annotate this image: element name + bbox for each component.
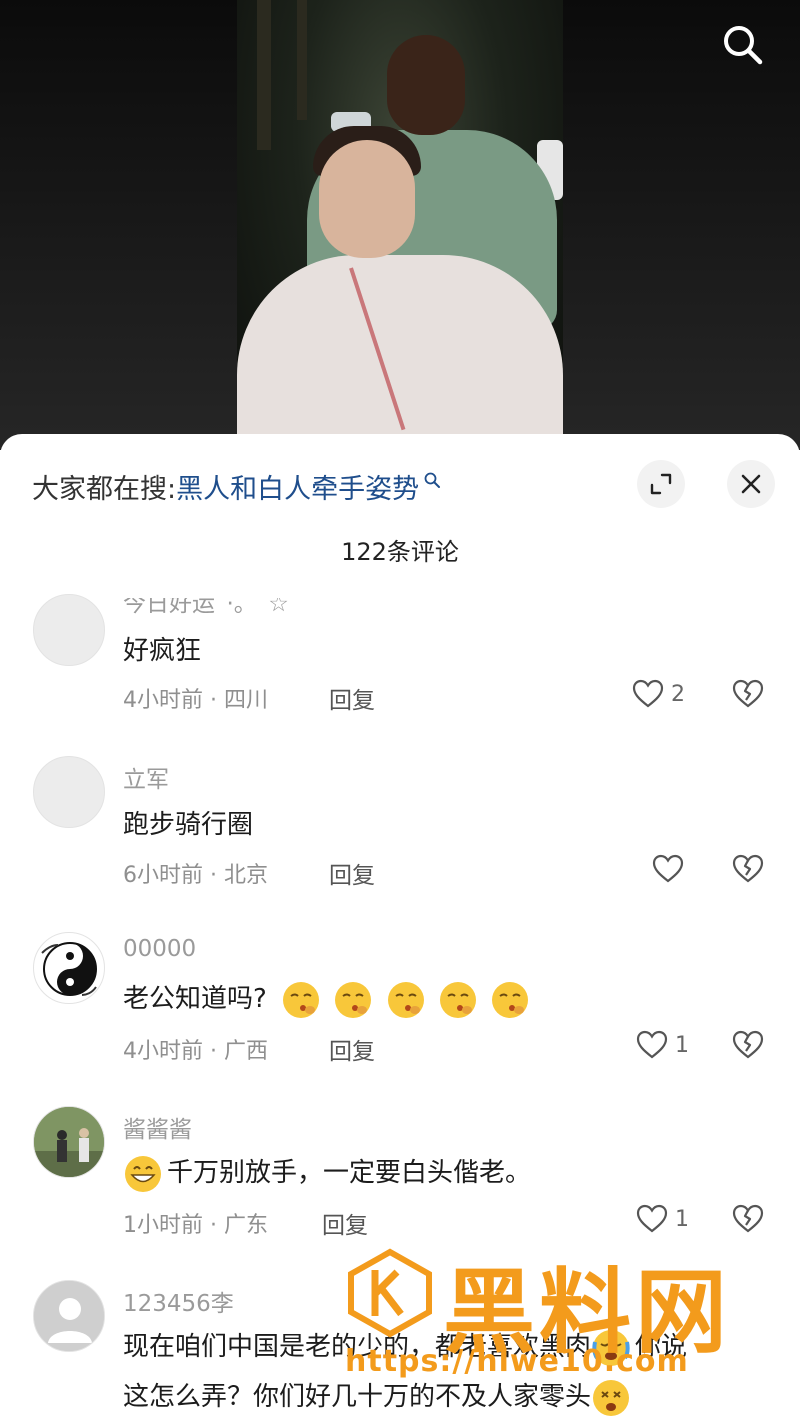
comment-meta: 1小时前 · 广东	[123, 1213, 268, 1238]
video-area[interactable]	[0, 0, 800, 450]
suggestion-prefix: 大家都在搜:	[32, 473, 177, 505]
heart-icon	[636, 1030, 668, 1059]
comment-author[interactable]: 123456李	[123, 1284, 234, 1318]
comment-meta: 4小时前 · 四川	[123, 688, 268, 713]
comment-text-content: 老公知道吗?	[123, 984, 267, 1014]
comment-text: 好疯狂	[123, 636, 202, 666]
comment-item: 酱酱酱 千万别放手，一定要白头偕老。 1小时前 · 广东 回复 1	[0, 1106, 800, 1256]
avatar[interactable]	[33, 1106, 105, 1178]
comment-text-content: 现在咱们中国是老的少的，都老喜欢黑肉	[123, 1332, 592, 1362]
close-icon	[741, 474, 761, 494]
heart-icon	[636, 1204, 668, 1233]
reply-button[interactable]: 回复	[322, 1206, 368, 1240]
grinning-face-emoji-icon	[125, 1155, 161, 1192]
broken-heart-icon[interactable]	[731, 677, 765, 711]
avatar[interactable]	[33, 756, 105, 828]
comment-meta: 4小时前 · 广西	[123, 1039, 268, 1064]
search-icon	[424, 472, 441, 488]
pouting-face-emoji-icon	[387, 981, 424, 1018]
comment-author[interactable]: 00000	[123, 936, 196, 962]
comment-item: 立军 跑步骑行圈 6小时前 · 北京 回复	[0, 756, 800, 906]
like-count: 1	[675, 1206, 689, 1232]
avatar[interactable]	[33, 932, 105, 1004]
comment-author[interactable]: 立军	[123, 760, 169, 794]
close-button[interactable]	[727, 460, 775, 508]
comment-item: 00000 老公知道吗? 4小时前 · 广西 回复 1	[0, 932, 800, 1082]
avatar[interactable]	[33, 594, 105, 666]
crying-face-emoji-icon	[592, 1329, 630, 1366]
like-button[interactable]: 2	[631, 677, 685, 711]
suggestion-query-link[interactable]: 黑人和白人牵手姿势	[176, 467, 419, 506]
reply-button[interactable]: 回复	[329, 1032, 375, 1066]
search-icon	[724, 26, 763, 65]
broken-heart-icon[interactable]	[731, 852, 765, 886]
expand-icon	[650, 473, 672, 495]
search-suggestion[interactable]: 大家都在搜: 黑人和白人牵手姿势	[32, 466, 441, 506]
comment-item: 123456李 现在咱们中国是老的少的，都老喜欢黑肉 你说 这怎么弄？你们好几十万…	[0, 1280, 800, 1422]
pouting-face-emoji-icon	[439, 981, 476, 1018]
comment-item: 今日好运ˊ·。˚☆ 好疯狂 4小时前 · 四川 回复 2	[0, 580, 800, 730]
comment-text-content: 这怎么弄？你们好几十万的不及人家零头	[123, 1382, 592, 1412]
comment-text-content: 你说	[635, 1332, 688, 1362]
like-button[interactable]: 1	[635, 1202, 689, 1236]
video-frame[interactable]	[237, 0, 563, 450]
avatar[interactable]	[33, 1280, 105, 1352]
comment-text-content: 千万别放手，一定要白头偕老。	[167, 1158, 532, 1188]
comment-text-line: 这怎么弄？你们好几十万的不及人家零头	[123, 1376, 635, 1418]
comment-text: 老公知道吗?	[123, 978, 534, 1020]
reply-button[interactable]: 回复	[329, 856, 375, 890]
comment-text: 千万别放手，一定要白头偕老。	[123, 1152, 531, 1194]
reply-button[interactable]: 回复	[329, 681, 375, 715]
comment-count: 122条评论	[341, 538, 459, 566]
comment-meta: 6小时前 · 北京	[123, 863, 268, 888]
comment-author[interactable]: 今日好运ˊ·。˚☆	[123, 598, 289, 618]
search-button[interactable]	[718, 20, 766, 68]
photo-avatar-icon	[34, 1107, 104, 1177]
like-count: 2	[671, 681, 685, 707]
comment-sheet: 大家都在搜: 黑人和白人牵手姿势 122条评论 今日好运ˊ·。˚☆ 好疯狂 4小…	[0, 434, 800, 1422]
broken-heart-icon[interactable]	[731, 1202, 765, 1236]
heart-icon	[652, 854, 684, 883]
pouting-face-emoji-icon	[492, 981, 529, 1018]
comment-author[interactable]: 酱酱酱	[123, 1110, 192, 1144]
comment-text-line: 现在咱们中国是老的少的，都老喜欢黑肉 你说	[123, 1326, 687, 1368]
yin-yang-icon	[41, 942, 97, 996]
comment-text: 跑步骑行圈	[123, 810, 254, 840]
default-user-icon	[34, 1281, 104, 1351]
heart-icon	[632, 679, 664, 708]
broken-heart-icon[interactable]	[731, 1028, 765, 1062]
like-button[interactable]	[651, 852, 685, 886]
like-button[interactable]: 1	[635, 1028, 689, 1062]
dizzy-face-emoji-icon	[593, 1379, 630, 1416]
pouting-face-emoji-icon	[335, 981, 372, 1018]
like-count: 1	[675, 1032, 689, 1058]
pouting-face-emoji-icon	[283, 981, 320, 1018]
expand-button[interactable]	[637, 460, 685, 508]
